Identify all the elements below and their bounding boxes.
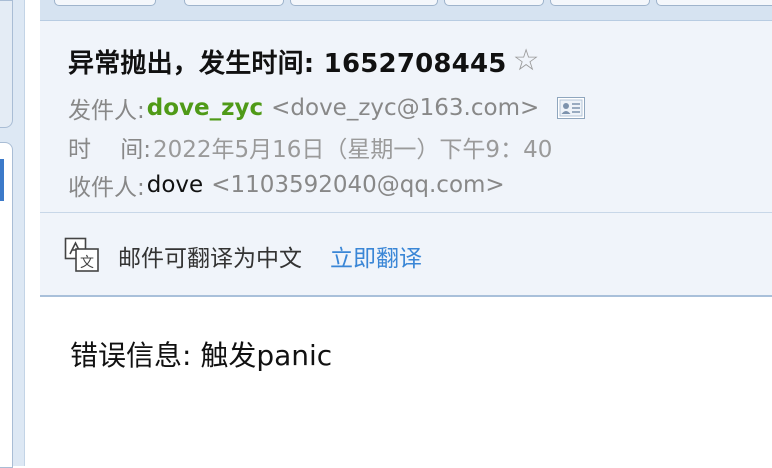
translate-icon: 文: [64, 237, 100, 273]
mail-body-text: 错误信息: 触发panic: [70, 339, 333, 372]
translate-now-link[interactable]: 立即翻译: [330, 239, 422, 273]
from-row: 发件人: dove_zyc <dove_zyc@163.com>: [68, 93, 586, 124]
sidebar-selection-marker: [0, 159, 4, 201]
toolbar-button[interactable]: [54, 0, 156, 6]
subject-row: 异常抛出，发生时间: 1652708445 ☆: [68, 43, 539, 79]
to-row: 收件人: dove <1103592040@qq.com>: [68, 170, 505, 201]
contact-card-icon[interactable]: [557, 97, 586, 119]
toolbar-button[interactable]: [184, 0, 284, 6]
recipient-name[interactable]: dove: [147, 172, 203, 198]
star-icon[interactable]: ☆: [513, 46, 540, 76]
svg-text:文: 文: [80, 255, 94, 271]
translate-prompt: 邮件可翻译为中文: [118, 246, 302, 272]
sender-name[interactable]: dove_zyc: [147, 95, 263, 121]
sidebar-tab-lower[interactable]: [0, 142, 13, 468]
toolbar-button[interactable]: [290, 0, 438, 6]
sent-time: 2022年5月16日（星期一）下午9：40: [153, 137, 553, 163]
mail-toolbar: [40, 0, 772, 21]
time-label: 时 间:: [68, 137, 151, 163]
toolbar-button[interactable]: [444, 0, 544, 6]
to-label: 收件人:: [68, 175, 145, 201]
mail-header: 异常抛出，发生时间: 1652708445 ☆ 发件人: dove_zyc <d…: [40, 21, 772, 213]
recipient-address: <1103592040@qq.com>: [211, 172, 505, 198]
mail-subject: 异常抛出，发生时间: 1652708445: [68, 48, 507, 79]
sender-address: <dove_zyc@163.com>: [271, 95, 540, 121]
left-sidebar: [0, 0, 25, 468]
time-row: 时 间: 2022年5月16日（星期一）下午9：40: [68, 132, 553, 163]
toolbar-button[interactable]: [550, 0, 650, 6]
from-label: 发件人:: [68, 98, 145, 124]
translate-bar: 文 邮件可翻译为中文 立即翻译: [40, 213, 772, 297]
sidebar-tab-upper[interactable]: [0, 0, 13, 128]
toolbar-button[interactable]: [656, 0, 772, 6]
